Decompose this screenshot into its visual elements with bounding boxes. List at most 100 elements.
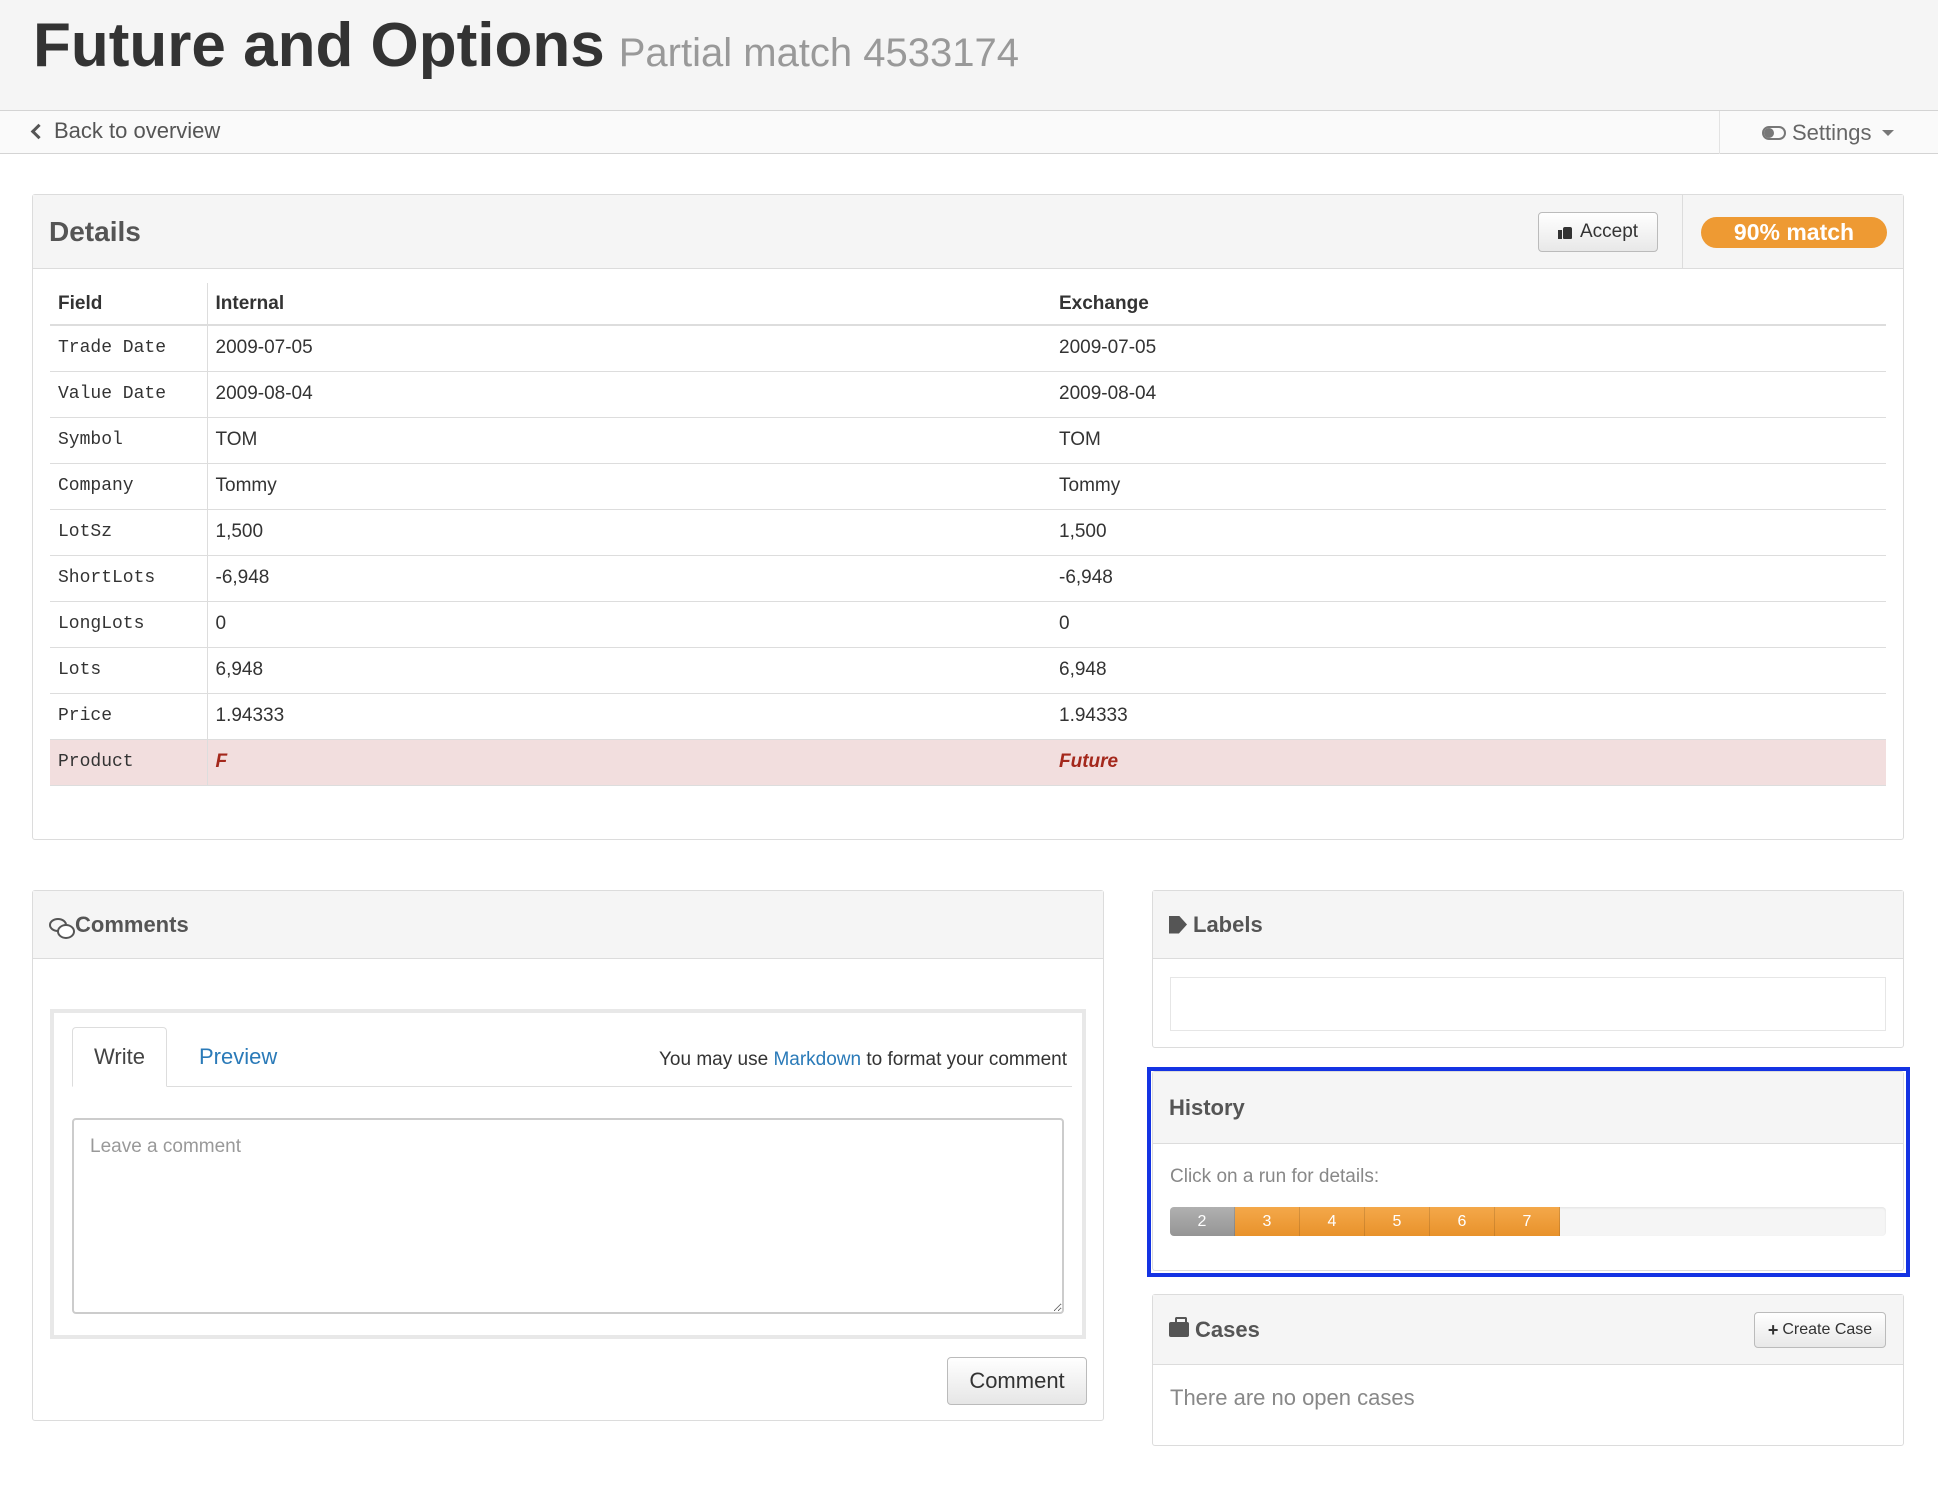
internal-value-cell: TOM [207,417,1051,464]
briefcase-icon [1169,1317,1189,1337]
page-header: Future and Options Partial match 4533174 [0,0,1938,111]
no-cases-text: There are no open cases [1170,1385,1415,1410]
back-to-overview-link[interactable]: Back to overview [30,118,220,144]
markdown-note: You may use Markdown to format your comm… [659,1049,1067,1071]
labels-header: Labels [1153,891,1903,959]
markdown-link[interactable]: Markdown [773,1049,861,1070]
chevron-left-icon [30,123,47,139]
details-panel: Details Accept 90% match Field Internal … [32,194,1904,840]
table-row: ShortLots -6,948 -6,948 [50,555,1886,602]
internal-value-cell: -6,948 [207,555,1051,602]
tab-divider [72,1086,1072,1087]
table-row: Product F Future [50,739,1886,786]
history-hint: Click on a run for details: [1170,1166,1380,1187]
field-name-cell: Company [50,463,208,510]
column-header-internal: Internal [207,283,1051,326]
field-name-cell: Value Date [50,371,208,418]
internal-value-cell: Tommy [207,463,1051,510]
markdown-prefix: You may use [659,1049,769,1070]
exchange-value-cell: 1,500 [1051,509,1886,556]
internal-value-cell: F [207,739,1051,786]
exchange-value-cell: 0 [1051,601,1886,648]
exchange-value-cell: 1.94333 [1051,693,1886,740]
internal-value-cell: 1,500 [207,509,1051,556]
match-badge: 90% match [1701,217,1887,248]
field-name-cell: ShortLots [50,555,208,602]
history-header: History [1153,1072,1903,1144]
comment-editor: Write Preview You may use Markdown to fo… [50,1009,1086,1339]
accept-label: Accept [1579,221,1639,242]
table-row: LotSz 1,500 1,500 [50,509,1886,556]
comment-submit-button[interactable]: Comment [947,1357,1087,1405]
labels-title: Labels [1193,911,1263,937]
exchange-value-cell: 2009-08-04 [1051,371,1886,418]
column-header-exchange: Exchange [1051,283,1886,326]
page-title: Future and Options Partial match 4533174 [33,10,1019,81]
table-header-row: Field Internal Exchange [50,283,1886,326]
details-title: Details [49,215,141,247]
field-name-cell: Lots [50,647,208,694]
history-run-7[interactable]: 7 [1495,1207,1560,1236]
internal-value-cell: 2009-08-04 [207,371,1051,418]
table-row: Symbol TOM TOM [50,417,1886,464]
comment-textarea[interactable] [72,1118,1064,1314]
labels-input[interactable] [1170,977,1886,1031]
exchange-value-cell: Future [1051,739,1886,786]
history-run-3[interactable]: 3 [1235,1207,1300,1236]
exchange-value-cell: TOM [1051,417,1886,464]
plus-icon: + [1767,1319,1779,1340]
page-title-text: Future and Options [33,11,605,80]
create-case-label: Create Case [1782,1321,1873,1338]
comments-icon [49,917,75,939]
subnav-bar: Back to overview Settings [0,111,1938,154]
history-title: History [1169,1094,1245,1120]
field-name-cell: Symbol [50,417,208,464]
thumbs-up-icon [1557,225,1572,239]
tab-write[interactable]: Write [72,1027,167,1087]
table-row: Value Date 2009-08-04 2009-08-04 [50,371,1886,418]
internal-value-cell: 2009-07-05 [207,325,1051,372]
internal-value-cell: 1.94333 [207,693,1051,740]
exchange-value-cell: 6,948 [1051,647,1886,694]
run-progress-bar: 234567 [1170,1207,1886,1236]
cases-title: Cases [1195,1316,1260,1342]
history-panel: History Click on a run for details: 2345… [1152,1071,1904,1271]
table-row: LongLots 0 0 [50,601,1886,648]
comments-title: Comments [75,911,189,937]
history-run-2[interactable]: 2 [1170,1207,1235,1236]
caret-down-icon [1881,129,1894,136]
comments-panel: Comments Write Preview You may use Markd… [32,890,1104,1421]
accept-button[interactable]: Accept [1538,212,1658,252]
history-run-6[interactable]: 6 [1430,1207,1495,1236]
details-header: Details Accept 90% match [33,195,1903,269]
table-row: Price 1.94333 1.94333 [50,693,1886,740]
history-run-4[interactable]: 4 [1300,1207,1365,1236]
exchange-value-cell: 2009-07-05 [1051,325,1886,372]
fields-table: Field Internal Exchange Trade Date 2009-0… [50,283,1886,786]
table-row: Company Tommy Tommy [50,463,1886,510]
column-header-field: Field [50,283,208,326]
header-divider [1682,195,1683,269]
tab-preview[interactable]: Preview [187,1027,289,1087]
internal-value-cell: 6,948 [207,647,1051,694]
internal-value-cell: 0 [207,601,1051,648]
table-row: Trade Date 2009-07-05 2009-07-05 [50,325,1886,372]
table-row: Lots 6,948 6,948 [50,647,1886,694]
create-case-button[interactable]: + Create Case [1754,1312,1886,1348]
settings-label: Settings [1792,119,1872,145]
tags-icon [1169,915,1187,934]
page-subtitle: Partial match 4533174 [618,31,1020,75]
field-name-cell: LongLots [50,601,208,648]
history-run-5[interactable]: 5 [1365,1207,1430,1236]
settings-dropdown[interactable]: Settings [1719,111,1938,154]
exchange-value-cell: Tommy [1051,463,1886,510]
markdown-suffix: to format your comment [866,1049,1067,1070]
cases-header: Cases + Create Case [1153,1295,1903,1365]
cases-panel: Cases + Create Case There are no open ca… [1152,1294,1904,1446]
field-name-cell: Product [50,739,208,786]
toggle-icon [1762,125,1786,140]
labels-panel: Labels [1152,890,1904,1048]
field-name-cell: LotSz [50,509,208,556]
field-name-cell: Trade Date [50,325,208,372]
exchange-value-cell: -6,948 [1051,555,1886,602]
